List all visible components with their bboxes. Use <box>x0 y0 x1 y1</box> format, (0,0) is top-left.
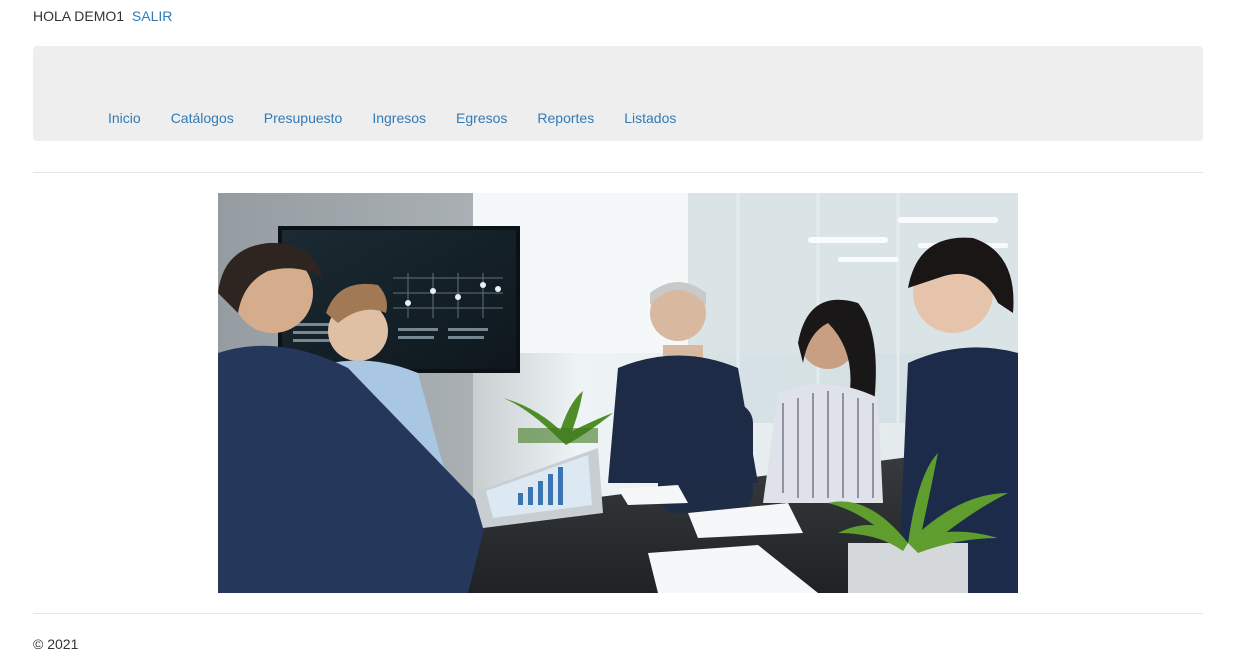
divider-bottom <box>33 613 1203 614</box>
nav-menu: Inicio Catálogos Presupuesto Ingresos Eg… <box>93 109 691 127</box>
nav-item-ingresos[interactable]: Ingresos <box>357 109 441 127</box>
nav-item-presupuesto[interactable]: Presupuesto <box>249 109 358 127</box>
divider-top <box>33 172 1203 173</box>
nav-item-egresos[interactable]: Egresos <box>441 109 522 127</box>
nav-item-catalogos[interactable]: Catálogos <box>156 109 249 127</box>
footer-copyright: © 2021 <box>33 636 79 652</box>
user-greeting: HOLA DEMO1 <box>33 8 125 24</box>
nav-item-inicio[interactable]: Inicio <box>93 109 156 127</box>
user-bar: HOLA DEMO1 SALIR <box>33 8 172 24</box>
logout-link[interactable]: SALIR <box>132 8 172 24</box>
nav-item-reportes[interactable]: Reportes <box>522 109 609 127</box>
main-navbar: Inicio Catálogos Presupuesto Ingresos Eg… <box>33 46 1203 141</box>
meeting-photo <box>218 193 1018 593</box>
nav-item-listados[interactable]: Listados <box>609 109 691 127</box>
